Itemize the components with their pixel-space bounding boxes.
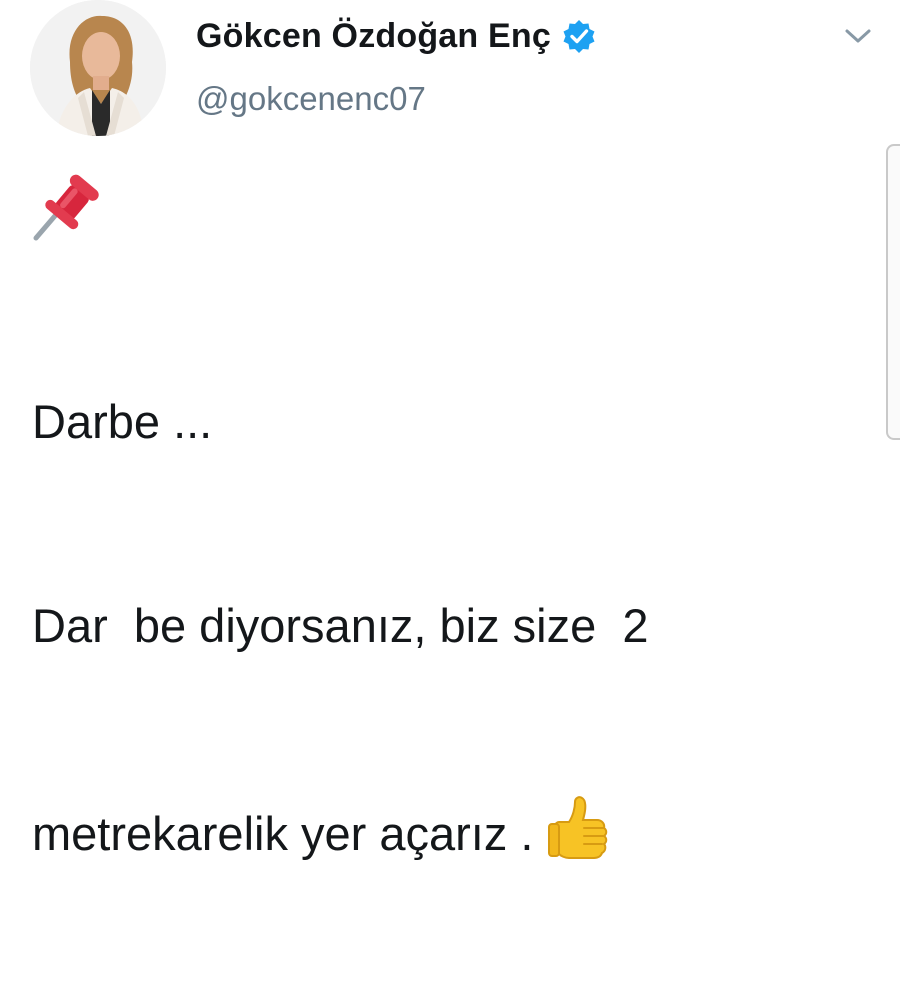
user-handle[interactable]: @gokcenenc07 xyxy=(196,80,426,118)
verified-badge-icon xyxy=(561,18,597,54)
tweet-text-line-3: metrekarelik yer açarız . xyxy=(32,796,872,864)
thumbs-up-icon xyxy=(547,796,609,860)
tweet-text-line: Dar be diyorsanız, biz size 2 xyxy=(32,599,649,652)
display-name[interactable]: Gökcen Özdoğan Enç xyxy=(196,17,551,56)
display-name-row: Gökcen Özdoğan Enç xyxy=(196,14,597,58)
scrollbar[interactable] xyxy=(886,144,900,440)
chevron-down-icon[interactable] xyxy=(842,24,874,48)
tweet-text: Darbe ... Dar be diyorsanız, biz size 2 … xyxy=(32,252,872,1000)
avatar[interactable] xyxy=(30,0,166,136)
tweet-card: Gökcen Özdoğan Enç @gokcenenc07 Darbe ..… xyxy=(0,0,900,860)
tweet-text-line: Darbe ... xyxy=(32,395,213,448)
tweet-text-line: metrekarelik yer açarız . xyxy=(32,807,534,860)
avatar-photo xyxy=(30,0,166,136)
pushpin-icon xyxy=(30,170,106,242)
